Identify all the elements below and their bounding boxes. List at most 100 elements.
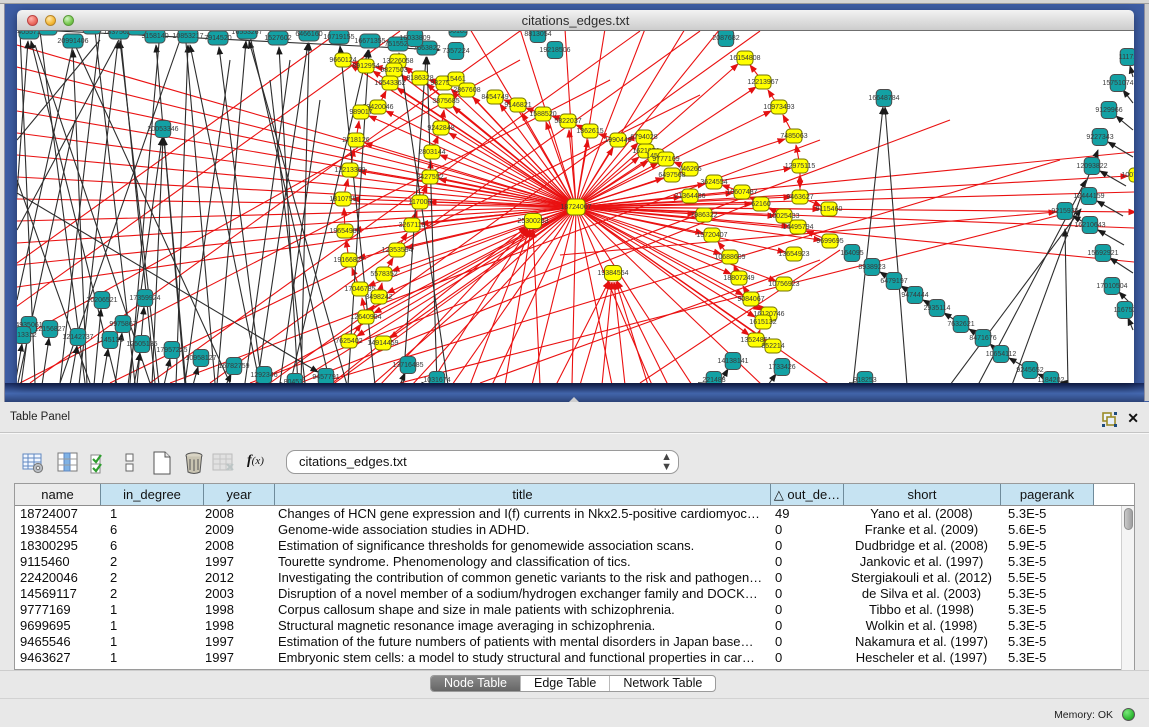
svg-text:874201: 874201: [80, 31, 103, 32]
svg-text:17957225: 17957225: [156, 347, 187, 354]
svg-text:6497568: 6497568: [658, 172, 685, 179]
svg-text:12213967: 12213967: [747, 79, 778, 86]
svg-text:6466160: 6466160: [295, 31, 322, 38]
svg-text:14495794: 14495794: [782, 224, 813, 231]
svg-text:19384554: 19384554: [597, 270, 628, 277]
svg-text:18807249: 18807249: [723, 275, 754, 282]
svg-text:9463627: 9463627: [786, 194, 813, 201]
svg-text:9699695: 9699695: [816, 238, 843, 245]
svg-text:12093822: 12093822: [1076, 163, 1107, 170]
svg-text:10654112: 10654112: [986, 351, 1017, 358]
svg-text:8938923: 8938923: [858, 264, 885, 271]
svg-text:12640994: 12640994: [350, 314, 381, 321]
svg-text:9777169: 9777169: [652, 156, 679, 163]
svg-text:1362615: 1362615: [576, 128, 603, 135]
svg-text:16033809: 16033809: [399, 35, 430, 42]
svg-text:2867608: 2867608: [453, 87, 480, 94]
svg-text:16543362: 16543362: [374, 80, 405, 87]
svg-text:21364436: 21364436: [674, 193, 705, 200]
svg-text:10688609: 10688609: [714, 254, 745, 261]
svg-text:9457791: 9457791: [312, 374, 339, 381]
svg-text:3624554: 3624554: [700, 179, 727, 186]
svg-text:9227343: 9227343: [1086, 134, 1113, 141]
svg-text:7986322: 7986322: [690, 212, 717, 219]
svg-text:20991406: 20991406: [57, 38, 88, 45]
svg-text:918253: 918253: [853, 377, 876, 383]
svg-text:221483: 221483: [702, 377, 725, 383]
svg-text:16553267: 16553267: [231, 31, 262, 36]
svg-text:1733426: 1733426: [768, 364, 795, 371]
svg-text:15692921: 15692921: [1087, 250, 1118, 257]
svg-text:852214: 852214: [761, 343, 784, 350]
svg-text:8912954: 8912954: [352, 63, 379, 70]
svg-text:9975867: 9975867: [109, 321, 136, 328]
svg-text:15720407: 15720407: [696, 232, 727, 239]
svg-text:16782759: 16782759: [218, 363, 249, 370]
svg-text:20206521: 20206521: [86, 297, 117, 304]
svg-text:10075484: 10075484: [1121, 172, 1134, 179]
svg-text:1615132: 1615132: [749, 319, 776, 326]
svg-text:9827503: 9827503: [380, 67, 407, 74]
svg-text:1588520: 1588520: [529, 111, 556, 118]
svg-text:16154808: 16154808: [729, 55, 760, 62]
svg-text:13716485: 13716485: [392, 362, 423, 369]
svg-text:1031674: 1031674: [423, 377, 450, 383]
svg-text:8427552: 8427552: [416, 174, 443, 181]
svg-text:9115460: 9115460: [816, 206, 843, 213]
svg-text:2803144: 2803144: [418, 149, 445, 156]
svg-text:5578352: 5578352: [370, 271, 397, 278]
svg-text:14138141: 14138141: [717, 358, 748, 365]
svg-text:16648784: 16648784: [868, 95, 899, 102]
svg-text:8813054: 8813054: [524, 31, 551, 38]
svg-text:12213369: 12213369: [334, 167, 365, 174]
svg-text:18724007: 18724007: [560, 204, 591, 211]
svg-text:7632621: 7632621: [947, 321, 974, 328]
svg-text:6479197: 6479197: [880, 278, 907, 285]
svg-text:7625402: 7625402: [335, 338, 362, 345]
svg-text:9129966: 9129966: [1095, 107, 1122, 114]
svg-text:10973493: 10973493: [763, 104, 794, 111]
svg-text:6794028: 6794028: [630, 134, 657, 141]
svg-text:10607487: 10607487: [726, 189, 757, 196]
svg-text:10958127: 10958127: [185, 355, 216, 362]
svg-text:3267110: 3267110: [399, 222, 426, 229]
svg-text:13654923: 13654923: [778, 251, 809, 258]
svg-text:14914459: 14914459: [367, 340, 398, 347]
svg-text:12353594: 12353594: [381, 247, 412, 254]
svg-text:9158140: 9158140: [141, 33, 168, 40]
svg-text:25300283: 25300283: [517, 218, 548, 225]
svg-text:17010504: 17010504: [1096, 283, 1127, 290]
svg-text:3875685: 3875685: [432, 98, 459, 105]
svg-text:7914520: 7914520: [204, 35, 231, 42]
svg-text:164095: 164095: [840, 250, 863, 257]
svg-text:20053346: 20053346: [147, 126, 178, 133]
svg-text:8454749: 8454749: [481, 94, 508, 101]
svg-text:9146821: 9146821: [504, 102, 531, 109]
svg-text:1990448: 1990448: [604, 137, 631, 144]
svg-text:1186307: 1186307: [124, 31, 151, 33]
svg-text:5822037: 5822037: [554, 118, 581, 125]
svg-text:9215935: 9215935: [1051, 208, 1078, 215]
svg-text:9084067: 9084067: [737, 296, 764, 303]
svg-text:10719155: 10719155: [323, 34, 354, 41]
svg-text:90185: 90185: [448, 31, 468, 35]
svg-text:3498242: 3498242: [365, 294, 392, 301]
svg-text:1184202: 1184202: [1038, 377, 1065, 383]
svg-text:19654985: 19654985: [329, 228, 360, 235]
svg-text:7357224: 7357224: [442, 48, 469, 55]
svg-text:117006: 117006: [409, 199, 432, 206]
svg-text:12975115: 12975115: [785, 163, 816, 170]
svg-text:2935114: 2935114: [924, 305, 951, 312]
svg-text:231150: 231150: [37, 31, 60, 33]
svg-text:9242848: 9242848: [427, 125, 454, 132]
svg-text:1810755: 1810755: [329, 196, 356, 203]
svg-text:1145139: 1145139: [97, 337, 124, 344]
svg-text:2718126: 2718126: [342, 137, 369, 144]
svg-text:12156827: 12156827: [34, 326, 65, 333]
svg-text:7485063: 7485063: [780, 133, 807, 140]
svg-text:19166827: 19166827: [333, 257, 364, 264]
svg-text:116753: 116753: [1114, 307, 1134, 314]
svg-text:17359924: 17359924: [129, 295, 160, 302]
svg-text:989017: 989017: [349, 109, 372, 116]
svg-text:10853217: 10853217: [172, 33, 203, 40]
